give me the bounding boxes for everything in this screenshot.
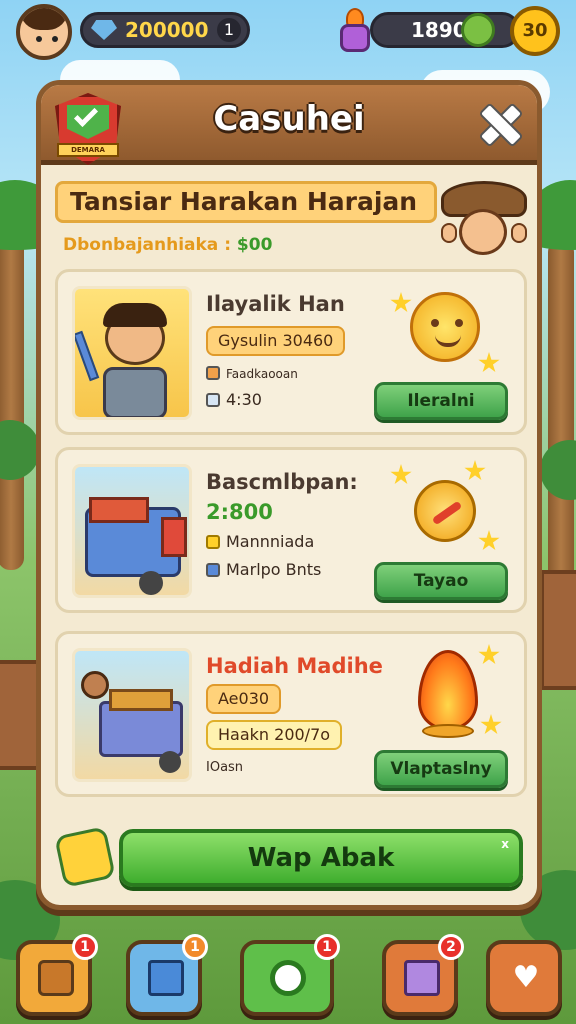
card-action-button[interactable]: Ileralni <box>374 382 508 420</box>
quest-card: Bascmlbpan: 2:800 Mannniada Marlpo Bnts … <box>55 447 527 613</box>
close-icon[interactable] <box>475 99 523 147</box>
gem-icon <box>91 20 117 40</box>
mechanic-character-image <box>72 286 192 420</box>
token-icon[interactable]: 30 <box>510 6 560 56</box>
add-coins-button[interactable]: 1 <box>217 18 241 42</box>
orb-reward-icon <box>390 460 500 560</box>
reward-sticker-icon <box>54 826 116 888</box>
card-action-button[interactable]: Vlaptaslny <box>374 750 508 788</box>
energy-counter: 1890 <box>370 12 520 48</box>
hut <box>540 570 576 690</box>
gift-icon <box>148 960 184 996</box>
card-timer: 4:30 <box>206 390 262 409</box>
chest-icon <box>38 960 74 996</box>
clock-icon <box>206 393 220 407</box>
card-meta: IOasn <box>206 760 244 775</box>
energy-value: 1890 <box>411 18 467 42</box>
nav-chest-button[interactable]: 1 <box>16 934 98 1016</box>
notification-badge: 1 <box>314 934 340 960</box>
quest-banner: Tansiar Harakan Harajan <box>55 181 437 223</box>
card-meta-text: Mannniada <box>226 532 315 551</box>
hut <box>0 660 40 770</box>
primary-action-row: Wap Abak x <box>54 825 527 895</box>
nav-gift-button[interactable]: 1 <box>126 934 208 1016</box>
card-chip: Gysulin 30460 <box>206 326 346 356</box>
card-title: Ilayalik Han <box>206 292 345 316</box>
card-meta: Marlpo Bnts <box>206 560 321 579</box>
flame-reward-icon <box>390 644 502 744</box>
coin-counter: 200000 1 <box>80 12 250 48</box>
heart-icon: ♥ <box>512 960 540 995</box>
subline-amount: $00 <box>236 235 273 255</box>
explorer-mascot-icon <box>437 173 531 261</box>
modal-header: DEMARA Casuhei <box>41 85 537 165</box>
mail-icon <box>404 960 440 996</box>
bush <box>0 420 40 480</box>
card-timer-text: 4:30 <box>226 390 262 409</box>
quest-card: Hadiah Madihe Ae030 Haakn 200/7o IOasn V… <box>55 631 527 797</box>
coin-value: 200000 <box>125 18 209 42</box>
palm-tree <box>0 230 24 570</box>
treasure-cart-image <box>72 648 192 782</box>
nav-mail-button[interactable]: 2 <box>382 934 464 1016</box>
player-avatar[interactable] <box>16 4 72 60</box>
bottom-nav: 1 1 1 2 ♥ <box>0 934 576 1024</box>
card-timer: 2:800 <box>206 500 273 524</box>
toolbox-cart-image <box>72 464 192 598</box>
card-meta: Faadkaooan <box>206 366 298 381</box>
nav-chat-button[interactable]: 1 <box>240 934 340 1016</box>
quest-card: Ilayalik Han Gysulin 30460 Faadkaooan 4:… <box>55 269 527 435</box>
card-meta-text: Marlpo Bnts <box>226 560 322 579</box>
nav-heart-button[interactable]: ♥ <box>486 940 562 1016</box>
checkbox-icon <box>206 563 220 577</box>
bush <box>540 440 576 500</box>
notification-badge: 1 <box>72 934 98 960</box>
top-bar: 200000 1 1890 30 <box>0 0 576 70</box>
primary-action-button[interactable]: Wap Abak x <box>119 829 523 887</box>
sun-reward-icon <box>390 282 500 382</box>
card-meta-text: Faadkaooan <box>226 367 298 381</box>
potion-icon[interactable] <box>338 8 372 52</box>
palm-tree <box>548 240 574 600</box>
card-action-button[interactable]: Tayao <box>374 562 508 600</box>
primary-action-label: Wap Abak <box>247 843 395 873</box>
notification-badge: 1 <box>182 934 208 960</box>
badge-label: DEMARA <box>57 143 119 157</box>
card-title: Bascmlbpan: <box>206 470 358 494</box>
star-icon <box>206 535 220 549</box>
energy-icon <box>461 13 495 47</box>
card-chip: Ae030 <box>206 684 282 714</box>
card-meta: Mannniada <box>206 532 314 551</box>
quest-subline: Dbonbajanhiaka : $00 <box>63 235 272 255</box>
modal-title: Casuhei <box>213 99 365 139</box>
card-chip: Haakn 200/7o <box>206 720 343 750</box>
primary-action-corner: x <box>501 837 509 851</box>
quest-modal: DEMARA Casuhei Tansiar Harakan Harajan D… <box>36 80 542 910</box>
chat-icon <box>270 960 306 996</box>
subline-label: Dbonbajanhiaka : <box>63 235 237 255</box>
notification-badge: 2 <box>438 934 464 960</box>
tag-icon <box>206 366 220 380</box>
card-title: Hadiah Madihe <box>206 654 383 678</box>
